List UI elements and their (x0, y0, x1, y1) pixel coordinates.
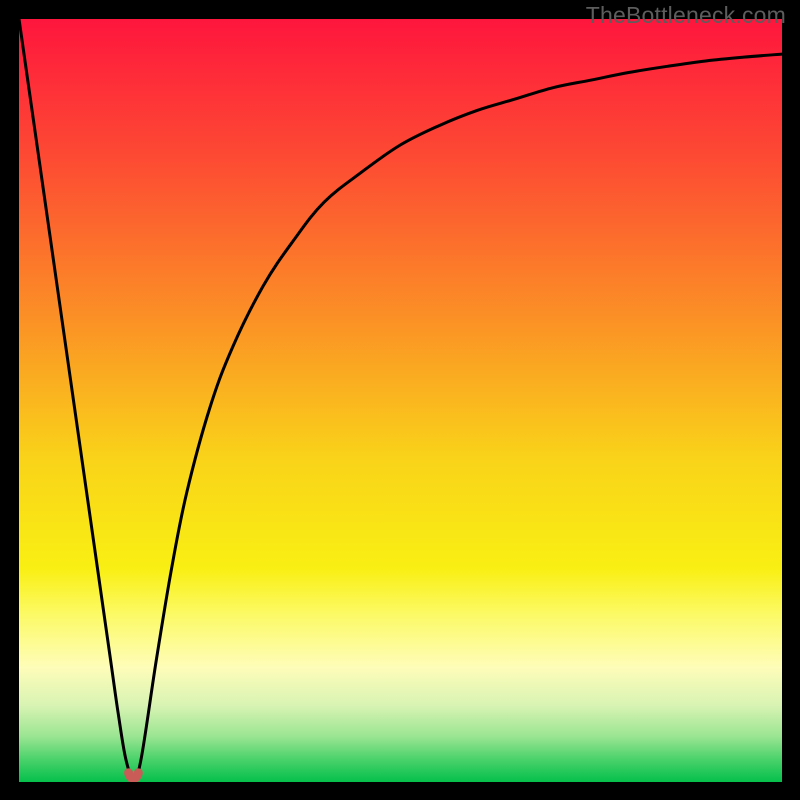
gradient-background (19, 19, 782, 782)
chart-container: TheBottleneck.com (0, 0, 800, 800)
plot-area (19, 19, 782, 782)
watermark-text: TheBottleneck.com (586, 2, 786, 29)
bottleneck-chart (19, 19, 782, 782)
